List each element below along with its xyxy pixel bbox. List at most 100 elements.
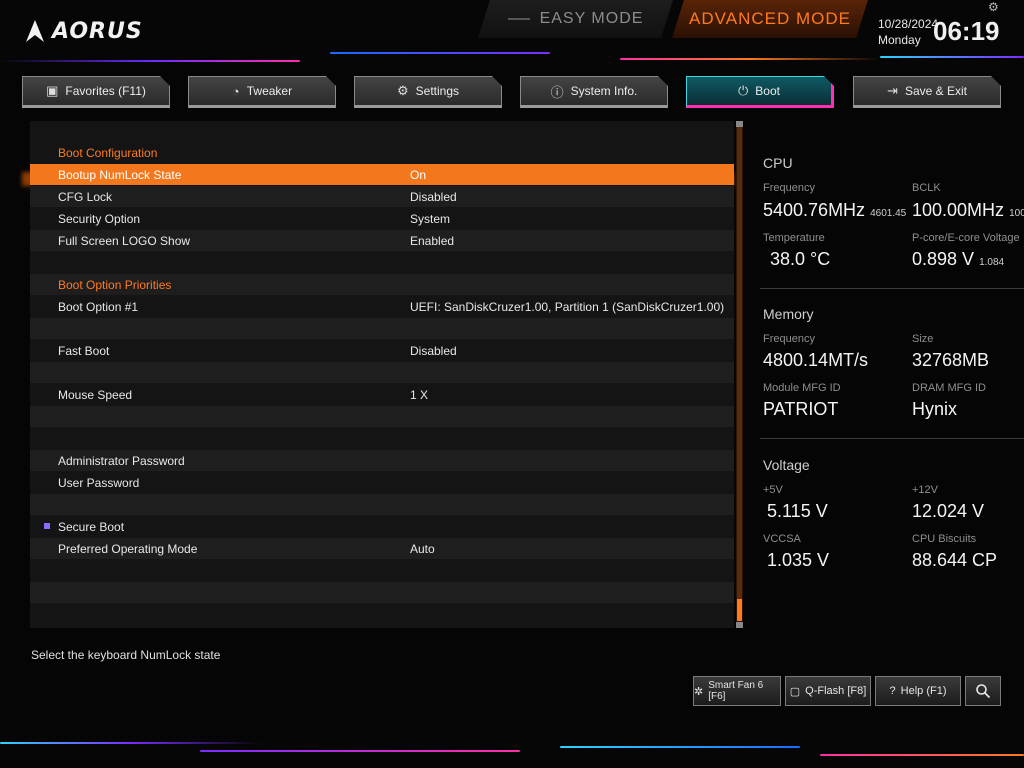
vccsa-value: 1.035 V: [767, 550, 830, 570]
v12-value: 12.024 V: [912, 501, 985, 521]
setting-value[interactable]: Disabled: [410, 344, 457, 358]
cpu-freq-main: 5400.76MHz: [763, 200, 866, 220]
setting-label: CFG Lock: [58, 189, 113, 204]
setting-value[interactable]: Auto: [410, 542, 435, 556]
tab-tweaker[interactable]: ◔ Tweaker: [188, 76, 336, 108]
cpu-freq-value: 5400.76MHz 4601.45: [763, 200, 906, 221]
tab-label: Favorites (F11): [65, 84, 146, 98]
setting-label: Secure Boot: [58, 519, 125, 534]
setting-value[interactable]: System: [410, 212, 450, 226]
setting-row-secure-boot[interactable]: Secure Boot: [30, 516, 734, 537]
smart-fan-button[interactable]: ✲ Smart Fan 6 [F6]: [693, 676, 781, 706]
section-header: Boot Option Priorities: [30, 274, 734, 295]
setting-value[interactable]: 1 X: [410, 388, 428, 402]
setting-row-security-option[interactable]: Security Option System: [30, 208, 734, 229]
footer-streak: [820, 754, 1024, 756]
header-bar: AORUS EASY MODE ADVANCED MODE 10/28/2024…: [0, 0, 1024, 70]
setting-row-user-password[interactable]: User Password: [30, 472, 734, 493]
tab-boot[interactable]: ⏻ Boot: [686, 76, 834, 108]
bclk-main: 100.00MHz: [912, 200, 1005, 220]
aorus-eagle-icon: [26, 20, 44, 42]
module-mfg-label: Module MFG ID: [763, 382, 841, 394]
setting-row-numlock[interactable]: Bootup NumLock State On: [30, 164, 734, 185]
section-header: Boot Configuration: [30, 142, 734, 163]
empty-row: [30, 494, 734, 515]
tab-label: Tweaker: [246, 84, 293, 98]
setting-label: Administrator Password: [58, 453, 185, 468]
empty-row: [30, 252, 734, 273]
setting-row-fast-boot[interactable]: Fast Boot Disabled: [30, 340, 734, 361]
empty-row: [30, 362, 734, 383]
smart-fan-label: Smart Fan 6 [F6]: [708, 680, 764, 702]
monitor-divider: [760, 288, 1024, 289]
setting-row-admin-password[interactable]: Administrator Password: [30, 450, 734, 471]
qflash-label: Q-Flash [F8]: [805, 685, 867, 697]
empty-row: [30, 318, 734, 339]
empty-row: [30, 560, 734, 581]
scroll-thumb[interactable]: [737, 599, 742, 621]
help-button[interactable]: ? Help (F1): [875, 676, 961, 706]
submenu-bullet-icon: [44, 523, 50, 529]
settings-scrollbar[interactable]: [736, 121, 743, 628]
tab-save-exit[interactable]: ⇥ Save & Exit: [853, 76, 1001, 108]
cpu-voltage-value: 0.898 V 1.084: [912, 249, 1004, 270]
scroll-down-icon[interactable]: [736, 622, 743, 628]
setting-row-fullscreen-logo[interactable]: Full Screen LOGO Show Enabled: [30, 230, 734, 251]
speedometer-icon: ◔: [231, 83, 240, 99]
tab-system-info[interactable]: ⓘ System Info.: [520, 76, 668, 108]
tab-label: Boot: [755, 84, 780, 98]
section-title: Boot Option Priorities: [58, 277, 172, 292]
memory-title: Memory: [763, 306, 814, 322]
cpu-title: CPU: [763, 155, 793, 171]
setting-value[interactable]: On: [410, 168, 426, 182]
footer-streak: [200, 750, 520, 752]
tab-favorites[interactable]: ▣ Favorites (F11): [22, 76, 170, 108]
bclk-label: BCLK: [912, 182, 941, 194]
dram-mfg-label: DRAM MFG ID: [912, 382, 986, 394]
bclk-value: 100.00MHz 100.00: [912, 200, 1024, 221]
monitor-divider: [760, 438, 1024, 439]
setting-label: Fast Boot: [58, 343, 110, 358]
help-description: Select the keyboard NumLock state: [31, 648, 221, 662]
help-label: Help (F1): [900, 685, 947, 697]
voltage-monitor: Voltage +5V 5.115 V +12V 12.024 V VCCSA …: [763, 457, 1024, 587]
tab-settings[interactable]: ⚙ Settings: [354, 76, 502, 108]
qflash-button[interactable]: ▢ Q-Flash [F8]: [785, 676, 871, 706]
empty-row: [30, 604, 734, 625]
cpu-monitor: CPU Frequency 5400.76MHz 4601.45 BCLK 10…: [763, 155, 1024, 285]
setting-value[interactable]: Enabled: [410, 234, 454, 248]
cpu-voltage-sub: 1.084: [979, 257, 1005, 268]
v12-label: +12V: [912, 484, 938, 496]
search-button[interactable]: [965, 676, 1001, 706]
setting-row-mouse-speed[interactable]: Mouse Speed 1 X: [30, 384, 734, 405]
fan-icon: ✲: [694, 685, 704, 698]
section-title: Boot Configuration: [58, 145, 158, 160]
easy-mode-button[interactable]: EASY MODE: [478, 0, 673, 38]
cpu-biscuits-value: 88.644 CP: [912, 550, 998, 570]
setting-label: Mouse Speed: [58, 387, 133, 402]
cpu-freq-sub: 4601.45: [870, 208, 907, 219]
tab-label: Save & Exit: [904, 84, 967, 98]
v5-label: +5V: [763, 484, 783, 496]
advanced-mode-label: ADVANCED MODE: [689, 9, 851, 28]
setting-row-cfg-lock[interactable]: CFG Lock Disabled: [30, 186, 734, 207]
chip-icon: ▢: [789, 685, 801, 698]
setting-label: Full Screen LOGO Show: [58, 233, 191, 248]
advanced-mode-button[interactable]: ADVANCED MODE: [672, 0, 868, 38]
setting-row-preferred-os-mode[interactable]: Preferred Operating Mode Auto: [30, 538, 734, 559]
empty-row: [30, 121, 734, 142]
cpu-voltage-main: 0.898 V: [912, 249, 975, 269]
star-folder-icon: ▣: [46, 83, 59, 98]
setting-row-boot-option-1[interactable]: Boot Option #1 UEFI: SanDiskCruzer1.00, …: [30, 296, 734, 317]
date-display: 10/28/2024 Monday: [878, 16, 938, 48]
setting-value[interactable]: UEFI: SanDiskCruzer1.00, Partition 1 (Sa…: [410, 300, 724, 314]
tab-label: Settings: [415, 84, 459, 98]
search-icon: [976, 684, 991, 699]
setting-label: Security Option: [58, 211, 141, 226]
clock: 06:19: [933, 16, 1000, 46]
gear-icon[interactable]: ⚙: [988, 0, 999, 14]
setting-value[interactable]: Disabled: [410, 190, 457, 204]
setting-label: Preferred Operating Mode: [58, 541, 198, 556]
dash-icon: [508, 18, 530, 20]
gear-icon: ⚙: [396, 83, 409, 98]
